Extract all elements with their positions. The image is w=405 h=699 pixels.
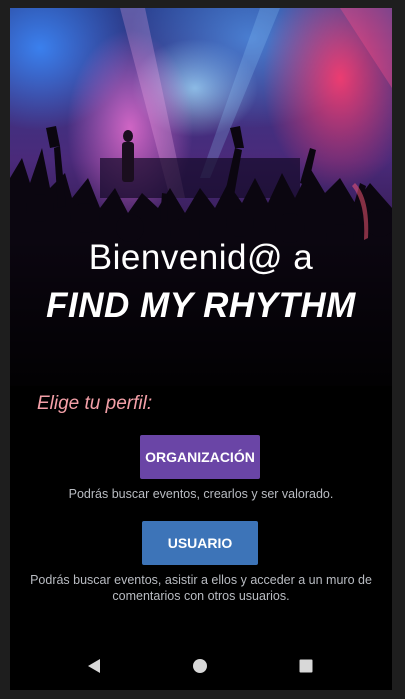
organization-button[interactable]: ORGANIZACIÓN — [140, 435, 260, 479]
system-navigation-bar — [10, 642, 392, 690]
back-button[interactable] — [84, 656, 104, 676]
home-circle-icon — [193, 659, 207, 673]
back-triangle-icon — [88, 659, 100, 673]
organization-description: Podrás buscar eventos, crearlos y ser va… — [68, 487, 334, 501]
device-frame: Bienvenid@ a FIND MY RHYTHM Elige tu per… — [0, 0, 405, 699]
concert-hero-image: Bienvenid@ a FIND MY RHYTHM — [10, 8, 392, 386]
home-button[interactable] — [190, 656, 210, 676]
recents-button[interactable] — [296, 656, 316, 676]
crowd-silhouette — [10, 8, 392, 386]
profile-prompt: Elige tu perfil: — [37, 393, 153, 414]
welcome-greeting: Bienvenid@ a — [88, 238, 314, 277]
user-description: Podrás buscar eventos, asistir a ellos y… — [30, 573, 372, 603]
recents-square-icon — [299, 659, 313, 673]
app-screen: Bienvenid@ a FIND MY RHYTHM Elige tu per… — [10, 8, 392, 690]
app-title: FIND MY RHYTHM — [46, 286, 356, 325]
user-button[interactable]: USUARIO — [142, 521, 258, 565]
